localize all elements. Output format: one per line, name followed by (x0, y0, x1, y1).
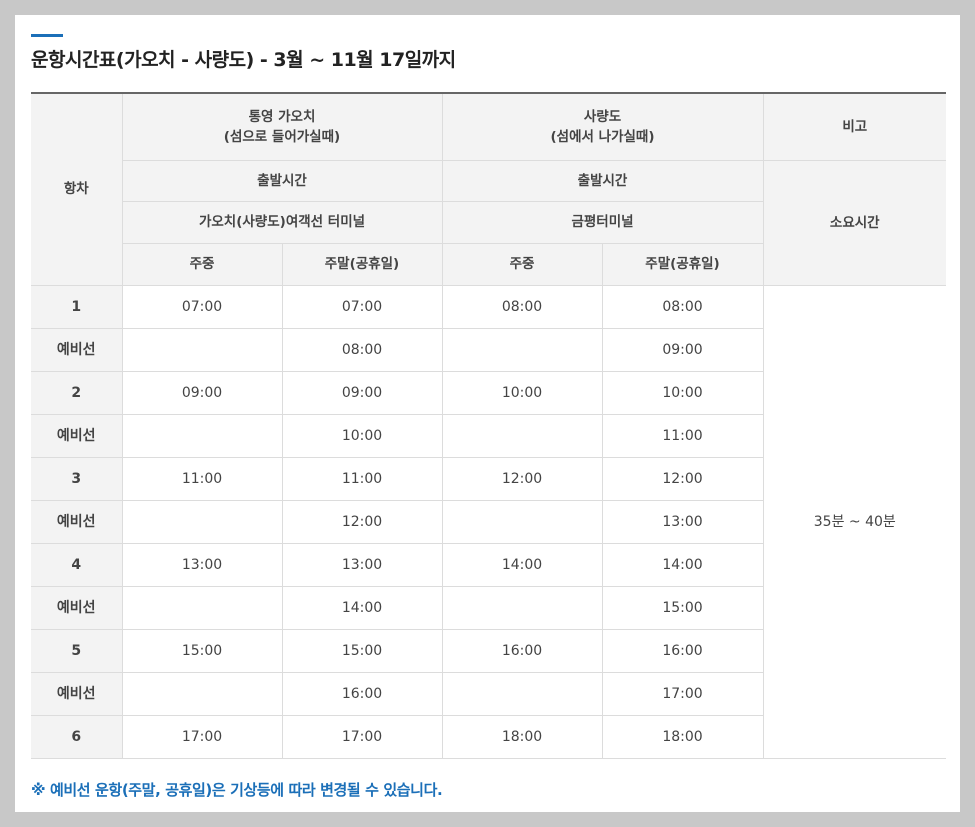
route-b-weekday-time (441, 413, 603, 458)
route-a-weekday-time (121, 327, 283, 372)
route-b-weekday-time: 08:00 (441, 284, 603, 329)
trip-number: 2 (31, 370, 123, 415)
route-a-weekday-time (121, 413, 283, 458)
trip-number: 예비선 (31, 327, 123, 372)
departure-time-header-b: 출발시간 (441, 159, 764, 202)
trip-number: 1 (31, 284, 123, 329)
route-b-weekday-time (441, 499, 603, 544)
table-row: 1 07:00 07:00 08:00 08:00 35분 ~ 40분 (31, 284, 947, 759)
trip-number: 6 (31, 714, 123, 759)
route-a-weekend-time: 10:00 (281, 413, 443, 458)
trip-header: 항차 (31, 92, 123, 286)
route-b-name: 사량도 (583, 108, 622, 125)
weekend-header-a: 주말(공휴일) (281, 242, 443, 286)
route-a-direction: (섬으로 들어가실때) (223, 128, 341, 145)
route-b-weekend-time: 14:00 (601, 542, 764, 587)
route-b-direction: (섬에서 나가실때) (550, 128, 655, 145)
ferry-schedule-table: 항차 통영 가오치 (섬으로 들어가실때) 사량도 (섬에서 나가실때) 비고 … (31, 92, 947, 759)
route-b-weekend-time: 18:00 (601, 714, 764, 759)
notice-footnote: ※ 예비선 운항(주말, 공휴일)은 기상등에 따라 변경될 수 있습니다. (31, 781, 443, 799)
title-accent-bar (31, 34, 63, 37)
trip-number: 예비선 (31, 499, 123, 544)
route-a-weekend-time: 12:00 (281, 499, 443, 544)
route-b-weekday-time: 16:00 (441, 628, 603, 673)
terminal-header-b: 금평터미널 (441, 200, 764, 244)
route-b-weekend-time: 13:00 (601, 499, 764, 544)
content-panel: 운항시간표(가오치 - 사량도) - 3월 ~ 11월 17일까지 항차 통영 … (15, 15, 960, 812)
route-b-weekday-time (441, 671, 603, 716)
remarks-header: 비고 (762, 92, 947, 161)
route-b-weekend-time: 15:00 (601, 585, 764, 630)
trip-number: 4 (31, 542, 123, 587)
terminal-header-a: 가오치(사량도)여객선 터미널 (122, 200, 443, 244)
route-b-weekend-time: 08:00 (601, 284, 764, 329)
route-a-header: 통영 가오치 (섬으로 들어가실때) (121, 92, 443, 161)
route-b-header: 사량도 (섬에서 나가실때) (441, 92, 764, 161)
route-a-weekend-time: 16:00 (281, 671, 443, 716)
route-b-weekend-time: 16:00 (601, 628, 764, 673)
route-a-weekend-time: 13:00 (281, 542, 443, 587)
weekend-header-b: 주말(공휴일) (601, 242, 764, 286)
route-a-weekend-time: 17:00 (281, 714, 443, 759)
route-a-weekday-time (121, 585, 283, 630)
trip-number: 예비선 (31, 585, 123, 630)
route-a-weekday-time (121, 499, 283, 544)
departure-time-header-a: 출발시간 (122, 159, 443, 202)
route-b-weekday-time: 12:00 (441, 456, 603, 501)
trip-number: 3 (31, 456, 123, 501)
route-b-weekend-time: 17:00 (601, 671, 764, 716)
route-b-weekday-time: 14:00 (441, 542, 603, 587)
route-a-weekend-time: 14:00 (281, 585, 443, 630)
route-b-weekday-time (441, 327, 603, 372)
trip-number: 5 (31, 628, 123, 673)
route-b-weekend-time: 09:00 (601, 327, 764, 372)
route-a-weekday-time: 15:00 (121, 628, 283, 673)
route-a-weekend-time: 09:00 (281, 370, 443, 415)
route-a-weekday-time: 13:00 (121, 542, 283, 587)
route-a-weekend-time: 08:00 (281, 327, 443, 372)
trip-number: 예비선 (31, 413, 123, 458)
route-b-weekend-time: 11:00 (601, 413, 764, 458)
route-b-weekday-time: 18:00 (441, 714, 603, 759)
route-b-weekend-time: 10:00 (601, 370, 764, 415)
route-a-name: 통영 가오치 (248, 108, 316, 125)
route-a-weekend-time: 11:00 (281, 456, 443, 501)
page-title: 운항시간표(가오치 - 사량도) - 3월 ~ 11월 17일까지 (31, 49, 456, 71)
weekday-header-b: 주중 (441, 242, 603, 286)
route-b-weekend-time: 12:00 (601, 456, 764, 501)
duration-header: 소요시간 (762, 159, 947, 286)
route-a-weekday-time (121, 671, 283, 716)
route-a-weekday-time: 17:00 (121, 714, 283, 759)
route-a-weekend-time: 15:00 (281, 628, 443, 673)
route-b-weekday-time (441, 585, 603, 630)
route-b-weekday-time: 10:00 (441, 370, 603, 415)
route-a-weekend-time: 07:00 (281, 284, 443, 329)
weekday-header-a: 주중 (122, 242, 283, 286)
route-a-weekday-time: 07:00 (121, 284, 283, 329)
duration-value: 35분 ~ 40분 (762, 284, 947, 759)
route-a-weekday-time: 09:00 (121, 370, 283, 415)
route-a-weekday-time: 11:00 (121, 456, 283, 501)
trip-number: 예비선 (31, 671, 123, 716)
